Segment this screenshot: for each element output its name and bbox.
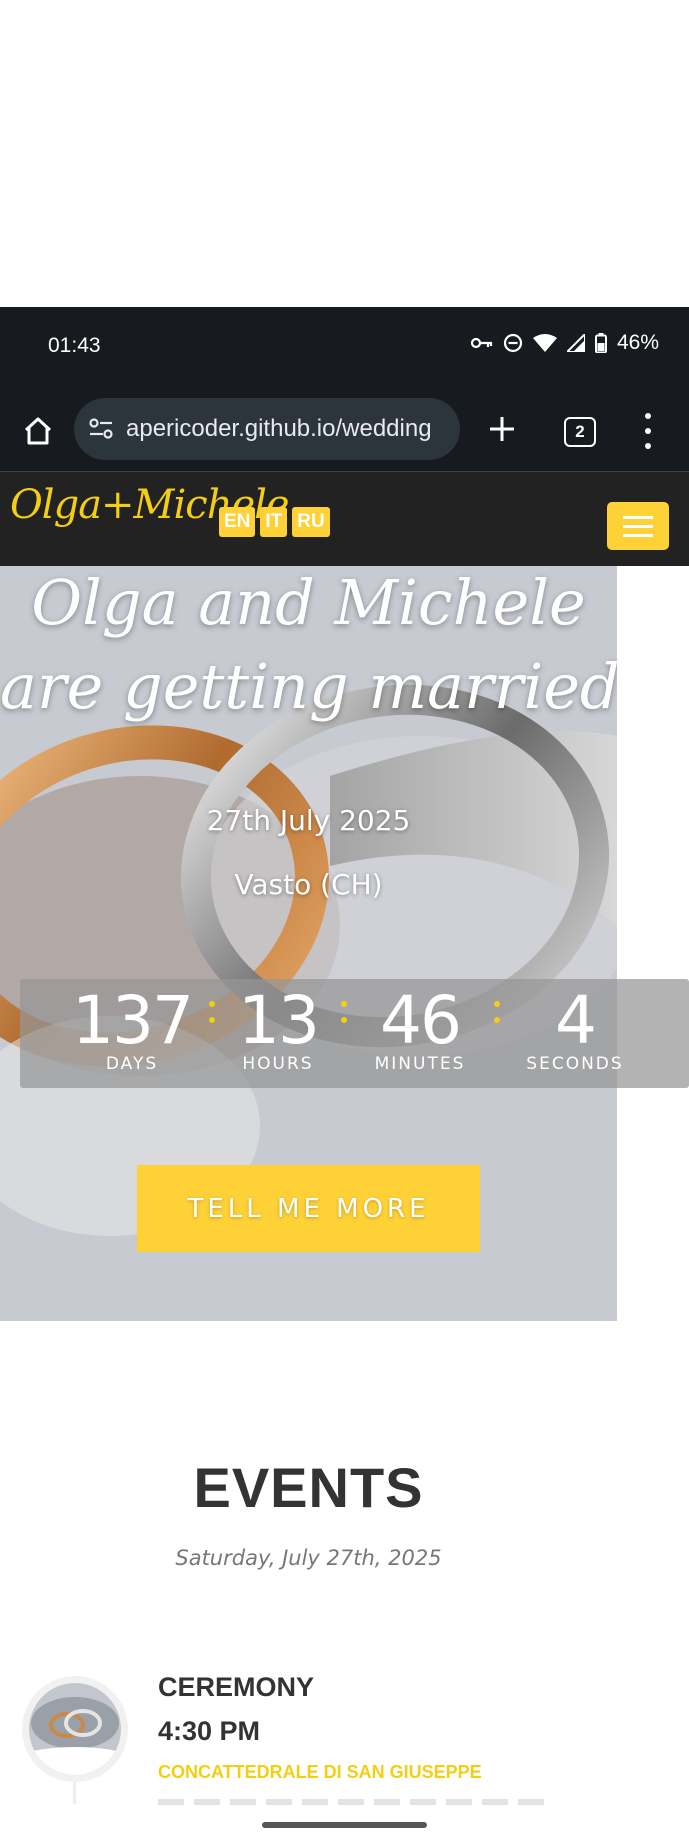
countdown-minutes: 46 MINUTES [350,979,490,1074]
lang-en-button[interactable]: EN [219,507,256,537]
home-icon [24,417,52,445]
blank-area [0,0,689,307]
language-switcher: EN IT RU [219,507,330,537]
minutes-value: 46 [380,982,462,1059]
address-bar[interactable]: apericoder.github.io/wedding [74,398,460,460]
event-description-cutoff [158,1799,548,1805]
menu-dot [645,428,651,434]
plus-icon [490,417,514,441]
status-bar: 01:43 46% [0,307,689,393]
tab-switcher-button[interactable]: 2 [564,417,596,447]
battery-icon [594,333,607,353]
countdown-hours: 13 HOURS [208,979,348,1074]
menu-dot [645,443,651,449]
event-venue[interactable]: CONCATTEDRALE DI SAN GIUSEPPE [158,1762,482,1783]
more-menu-button[interactable] [640,413,656,449]
hero-section: Olga and Michele are getting married 27t… [0,566,617,1321]
seconds-label: SECONDS [526,1054,624,1074]
event-name: CEREMONY [158,1672,315,1702]
wedding-date: 27th July 2025 [206,804,411,837]
hero-title-line1: Olga and Michele [31,566,586,639]
wifi-icon [532,334,557,352]
lang-it-button[interactable]: IT [260,507,288,537]
seconds-value: 4 [555,982,597,1059]
home-button[interactable] [18,411,58,451]
hamburger-line [623,533,653,537]
url-text: apericoder.github.io/wedding [126,415,432,442]
countdown-seconds: 4 SECONDS [505,979,645,1074]
days-value: 137 [72,982,194,1059]
hero-title-line2: are getting married [0,650,617,723]
browser-toolbar: apericoder.github.io/wedding 2 [0,393,689,471]
site-settings-icon[interactable] [86,418,116,440]
hours-label: HOURS [242,1054,314,1074]
countdown-timer: 137 DAYS 13 HOURS 46 MINUTES 4 SECONDS [20,979,689,1088]
minutes-label: MINUTES [374,1054,466,1074]
signal-icon [566,334,585,352]
lang-ru-button[interactable]: RU [292,507,330,537]
hours-value: 13 [238,982,320,1059]
countdown-separator [492,1001,502,1031]
countdown-separator [339,1001,349,1031]
menu-dot [645,413,651,419]
battery-percent: 46% [616,331,659,354]
gesture-navigation-bar[interactable] [262,1822,427,1828]
do-not-disturb-icon [503,333,523,353]
timeline-line [73,1782,76,1804]
hamburger-line [623,524,653,528]
events-heading: EVENTS [193,1456,424,1519]
countdown-days: 137 DAYS [62,979,202,1074]
status-time: 01:43 [48,334,101,357]
events-date: Saturday, July 27th, 2025 [175,1546,442,1570]
rings-thumbnail [29,1683,121,1775]
status-icons: 46% [470,331,659,355]
vpn-key-icon [470,336,493,350]
site-navbar: Olga+Michele EN IT RU [0,472,689,566]
event-time: 4:30 PM [158,1716,261,1746]
hamburger-menu-button[interactable] [607,502,669,550]
new-tab-button[interactable] [484,409,520,449]
event-image [22,1676,128,1782]
tell-me-more-button[interactable]: TELL ME MORE [137,1165,480,1252]
hamburger-line [623,515,653,519]
wedding-location: Vasto (CH) [234,868,383,901]
